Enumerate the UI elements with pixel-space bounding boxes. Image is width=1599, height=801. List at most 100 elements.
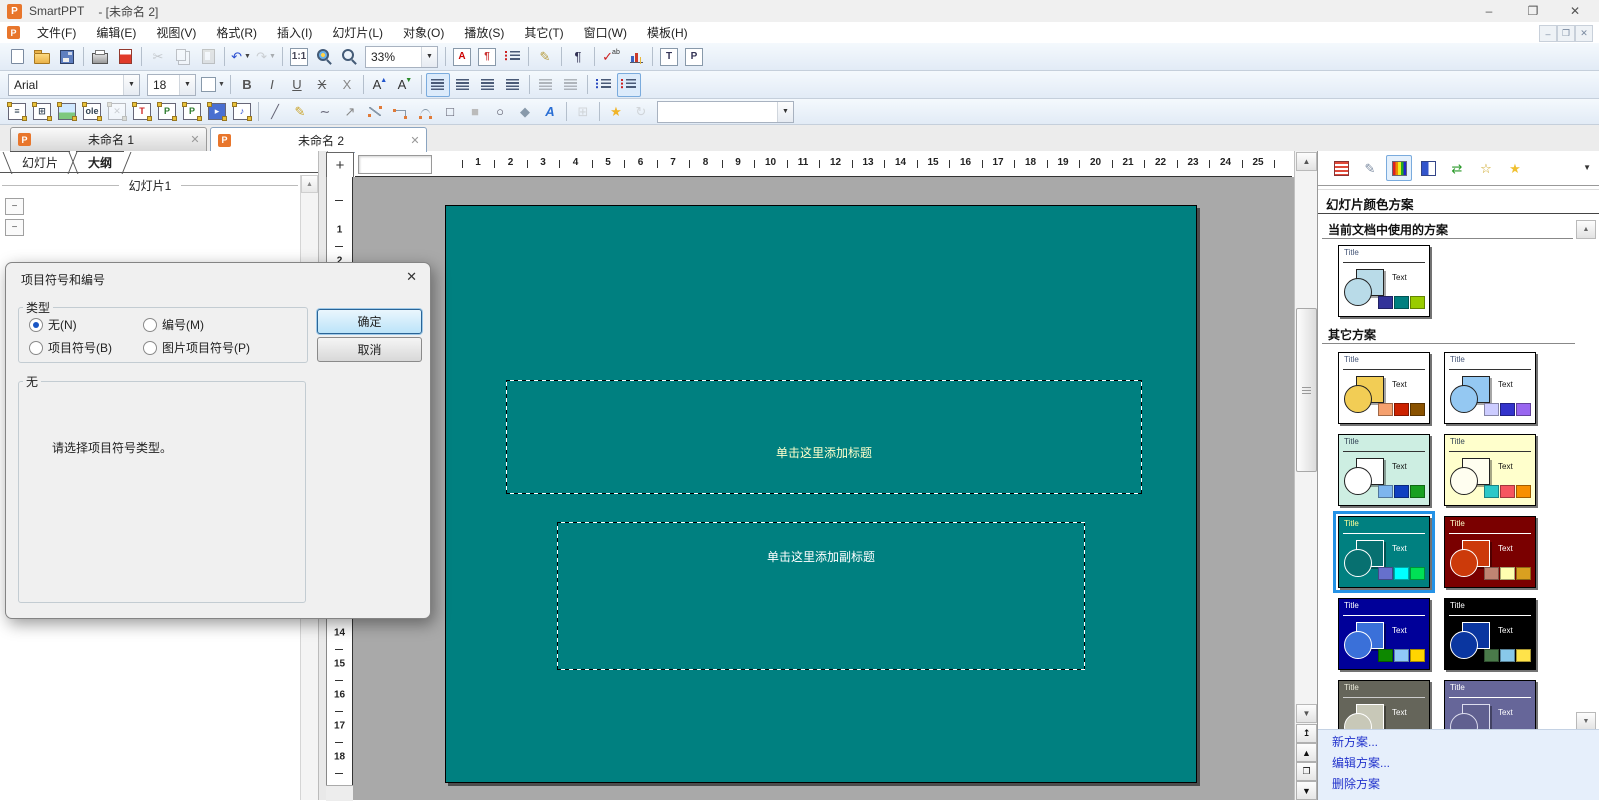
option-bullet[interactable]: 项目符号(B) [29, 339, 112, 356]
shadow-button[interactable]: X [335, 73, 359, 97]
menu-template[interactable]: 模板(H) [637, 24, 698, 41]
menu-edit[interactable]: 编辑(E) [86, 24, 146, 41]
first-slide-button[interactable]: ↥ [1296, 724, 1317, 743]
mdi-minimize-button[interactable]: – [1539, 25, 1557, 42]
scroll-up-button[interactable]: ▲ [1296, 152, 1317, 171]
outline-placeholder-button[interactable]: P [682, 45, 706, 69]
draw-freehand-button[interactable]: ✎ [288, 100, 312, 124]
print-button[interactable] [88, 45, 112, 69]
insert-title-frame-button[interactable]: T [130, 100, 154, 124]
draw-curve-button[interactable]: ∼ [313, 100, 337, 124]
strikethrough-button[interactable]: X [310, 73, 334, 97]
previous-slide-button[interactable]: ▲ [1296, 743, 1317, 762]
scheme-card[interactable]: TitleText [1338, 598, 1430, 670]
scheme-card[interactable]: TitleText [1444, 680, 1536, 732]
tab-outline[interactable]: 大纲 [76, 151, 124, 173]
draw-shaded-rectangle-button[interactable]: ■ [463, 100, 487, 124]
insert-sound-button[interactable]: ♪ [230, 100, 254, 124]
justify-button[interactable] [501, 73, 525, 97]
panel-favorites-button[interactable]: ★ [1502, 155, 1528, 181]
tab-untitled-1-close-icon[interactable]: ✕ [184, 133, 206, 146]
menu-slide[interactable]: 幻灯片(L) [322, 24, 393, 41]
scheme-card[interactable]: TitleText [1444, 352, 1536, 424]
insert-content-frame-button[interactable]: P [155, 100, 179, 124]
font-name-combo-dropdown-icon[interactable]: ▼ [123, 75, 139, 95]
scheme-card[interactable]: TitleText [1338, 352, 1430, 424]
font-dialog-button[interactable]: A [450, 45, 474, 69]
scheme-card[interactable]: TitleText [1444, 598, 1536, 670]
scroll-up-icon[interactable]: ▲ [301, 175, 318, 193]
maximize-button[interactable]: ❐ [1517, 0, 1549, 22]
slide-scrollbar[interactable]: ▲ ▼ ↥▲❐▼ [1294, 151, 1317, 800]
zoom-level-combo-dropdown-icon[interactable]: ▼ [421, 47, 437, 67]
draw-rectangle-button[interactable]: □ [438, 100, 462, 124]
formatting-marks-button[interactable]: ¶ [566, 45, 590, 69]
undo-button[interactable]: ↶▼ [229, 45, 253, 69]
mdi-close-button[interactable]: ✕ [1575, 25, 1593, 42]
bold-button[interactable]: B [235, 73, 259, 97]
grow-font-button[interactable]: A▲ [368, 73, 392, 97]
menu-file[interactable]: 文件(F) [27, 24, 86, 41]
delete-scheme-link[interactable]: 删除方案 [1332, 774, 1599, 795]
panel-dropdown-icon[interactable]: ▼ [1583, 163, 1591, 172]
edit-scheme-link[interactable]: 编辑方案... [1332, 753, 1599, 774]
option-numbering[interactable]: 编号(M) [143, 316, 204, 333]
border-style-button[interactable]: ▼ [200, 73, 226, 97]
insert-outline-frame-button[interactable]: P [180, 100, 204, 124]
draw-line-button[interactable]: ╱ [263, 100, 287, 124]
spellcheck-button[interactable]: ✓ab [599, 45, 623, 69]
save-button[interactable] [55, 45, 79, 69]
close-button[interactable]: ✕ [1559, 0, 1591, 22]
panel-scroll-up-button[interactable]: ▲ [1576, 220, 1596, 239]
new-document-button[interactable] [5, 45, 29, 69]
insert-table-button[interactable]: ⊞ [30, 100, 54, 124]
paragraph-dialog-button[interactable]: ¶ [475, 45, 499, 69]
favorites-button[interactable]: ★ [604, 100, 628, 124]
menu-format[interactable]: 格式(R) [206, 24, 267, 41]
subtitle-placeholder[interactable]: 单击这里添加副标题 [557, 522, 1085, 670]
scheme-card[interactable]: TitleText [1338, 245, 1430, 317]
align-right-button[interactable] [476, 73, 500, 97]
font-size-combo[interactable]: 18▼ [147, 74, 196, 96]
italic-button[interactable]: I [260, 73, 284, 97]
panel-color-scheme-button[interactable] [1386, 155, 1412, 181]
dialog-close-button[interactable]: ✕ [406, 269, 417, 285]
export-pdf-button[interactable] [113, 45, 137, 69]
zoom-page-button[interactable] [312, 45, 336, 69]
fontwork-button[interactable]: A [538, 100, 562, 124]
shape-style-combo[interactable]: ▼ [657, 101, 794, 123]
font-size-combo-dropdown-icon[interactable]: ▼ [179, 75, 195, 95]
panel-template-button[interactable]: ☆ [1473, 155, 1499, 181]
text-placeholder-button[interactable]: T [657, 45, 681, 69]
shape-style-combo-dropdown-icon[interactable]: ▼ [777, 102, 793, 122]
format-paintbrush-button[interactable]: ✎ [533, 45, 557, 69]
ruler-origin-button[interactable]: + [326, 152, 354, 178]
menu-insert[interactable]: 插入(I) [267, 24, 322, 41]
insert-image-button[interactable] [55, 100, 79, 124]
align-left-button[interactable] [426, 73, 450, 97]
mdi-restore-button[interactable]: ❐ [1557, 25, 1575, 42]
option-image-bullet[interactable]: 图片项目符号(P) [143, 339, 250, 356]
zoom-level-combo[interactable]: 33%▼ [365, 46, 438, 68]
scheme-card[interactable]: TitleText [1338, 680, 1430, 732]
tab-untitled-1[interactable]: P未命名 1✕ [10, 127, 207, 152]
zoom-button[interactable] [337, 45, 361, 69]
scheme-card[interactable]: TitleText [1444, 434, 1536, 506]
connector-elbow-button[interactable] [388, 100, 412, 124]
panel-edit-scheme-button[interactable]: ✎ [1357, 155, 1383, 181]
outline-collapse-title[interactable]: − [5, 198, 24, 215]
panel-slide-layout-button[interactable] [1328, 155, 1354, 181]
insert-ole-object-button[interactable]: ole [80, 100, 104, 124]
insert-text-frame-button[interactable]: ≡ [5, 100, 29, 124]
menu-window[interactable]: 窗口(W) [574, 24, 637, 41]
font-name-combo[interactable]: Arial▼ [8, 74, 140, 96]
slide-pages-button[interactable]: ❐ [1296, 762, 1317, 781]
tab-slides[interactable]: 幻灯片 [10, 151, 70, 173]
draw-arrow-button[interactable]: ↗ [338, 100, 362, 124]
zoom-original-button[interactable]: 1:1 [287, 45, 311, 69]
title-placeholder[interactable]: 单击这里添加标题 [506, 380, 1142, 494]
numbered-list-button[interactable] [617, 73, 641, 97]
menu-object[interactable]: 对象(O) [393, 24, 454, 41]
open-file-button[interactable] [30, 45, 54, 69]
next-slide-button[interactable]: ▼ [1296, 781, 1317, 800]
